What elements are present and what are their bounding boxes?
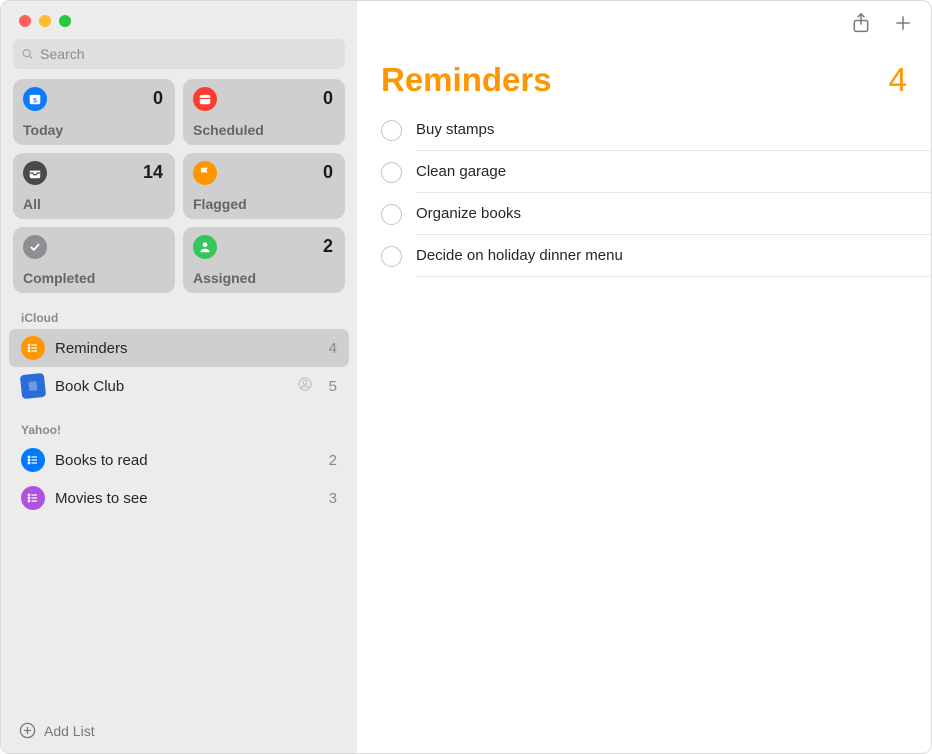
smart-list-count: 0 [153,88,163,109]
list-count: 3 [329,490,337,507]
list-reminders[interactable]: Reminders 4 [9,329,349,367]
smart-list-label: Scheduled [193,122,264,138]
complete-toggle[interactable] [381,204,402,225]
reminder-item[interactable]: Clean garage [381,151,931,193]
calendar-today-icon: 5 [23,87,47,111]
fullscreen-window-button[interactable] [59,15,71,27]
search-field[interactable] [13,39,345,69]
smart-list-all[interactable]: 14 All [13,153,175,219]
complete-toggle[interactable] [381,246,402,267]
list-heading: Reminders 4 [357,49,931,109]
main-panel: Reminders 4 Buy stamps Clean garage Orga… [357,1,931,753]
list-bullet-icon [21,448,45,472]
complete-toggle[interactable] [381,120,402,141]
window-controls [1,1,357,39]
smart-list-scheduled[interactable]: 0 Scheduled [183,79,345,145]
section-header-icloud[interactable]: iCloud [1,293,357,329]
checkmark-icon [23,235,47,259]
reminder-item[interactable]: Organize books [381,193,931,235]
inbox-icon [23,161,47,185]
smart-list-label: Today [23,122,63,138]
shared-icon [297,376,313,397]
search-container [1,39,357,79]
add-list-button[interactable]: Add List [1,708,357,753]
reminder-text[interactable]: Clean garage [416,151,931,193]
flag-icon [193,161,217,185]
search-icon [21,47,34,61]
reminder-items: Buy stamps Clean garage Organize books D… [357,109,931,277]
plus-icon [893,13,913,33]
reminder-text[interactable]: Buy stamps [416,109,931,151]
calendar-icon [193,87,217,111]
list-group-yahoo: Books to read 2 Movies to see 3 [1,441,357,517]
smart-list-count: 14 [143,162,163,183]
list-count: 5 [329,378,337,395]
sidebar: 5 0 Today 0 Scheduled 14 All [1,1,357,753]
list-bullet-icon [21,486,45,510]
reminder-item[interactable]: Buy stamps [381,109,931,151]
list-bullet-icon [21,336,45,360]
add-list-label: Add List [44,723,95,739]
complete-toggle[interactable] [381,162,402,183]
smart-list-completed[interactable]: Completed [13,227,175,293]
smart-list-label: Completed [23,270,95,286]
page-title: Reminders [381,61,552,99]
list-books-to-read[interactable]: Books to read 2 [9,441,349,479]
share-icon [851,12,871,34]
app-window: 5 0 Today 0 Scheduled 14 All [0,0,932,754]
list-movies-to-see[interactable]: Movies to see 3 [9,479,349,517]
smart-list-label: All [23,196,41,212]
reminder-text[interactable]: Decide on holiday dinner menu [416,235,931,277]
smart-list-label: Flagged [193,196,247,212]
minimize-window-button[interactable] [39,15,51,27]
list-book-club[interactable]: Book Club 5 [9,367,349,405]
section-header-yahoo[interactable]: Yahoo! [1,405,357,441]
svg-text:5: 5 [33,98,37,105]
smart-list-grid: 5 0 Today 0 Scheduled 14 All [1,79,357,293]
close-window-button[interactable] [19,15,31,27]
smart-list-today[interactable]: 5 0 Today [13,79,175,145]
list-count: 4 [329,340,337,357]
page-count: 4 [889,61,907,99]
list-count: 2 [329,452,337,469]
smart-list-count: 2 [323,236,333,257]
book-icon [20,373,46,399]
smart-list-assigned[interactable]: 2 Assigned [183,227,345,293]
smart-list-count: 0 [323,88,333,109]
list-label: Book Club [55,378,287,395]
list-label: Reminders [55,340,319,357]
smart-list-flagged[interactable]: 0 Flagged [183,153,345,219]
search-input[interactable] [40,46,337,62]
plus-circle-icon [19,722,36,739]
list-group-icloud: Reminders 4 Book Club 5 [1,329,357,405]
list-label: Movies to see [55,490,319,507]
list-label: Books to read [55,452,319,469]
toolbar [357,1,931,49]
smart-list-label: Assigned [193,270,256,286]
share-button[interactable] [851,12,871,39]
reminder-item[interactable]: Decide on holiday dinner menu [381,235,931,277]
add-reminder-button[interactable] [893,13,913,38]
smart-list-count: 0 [323,162,333,183]
reminder-text[interactable]: Organize books [416,193,931,235]
person-icon [193,235,217,259]
